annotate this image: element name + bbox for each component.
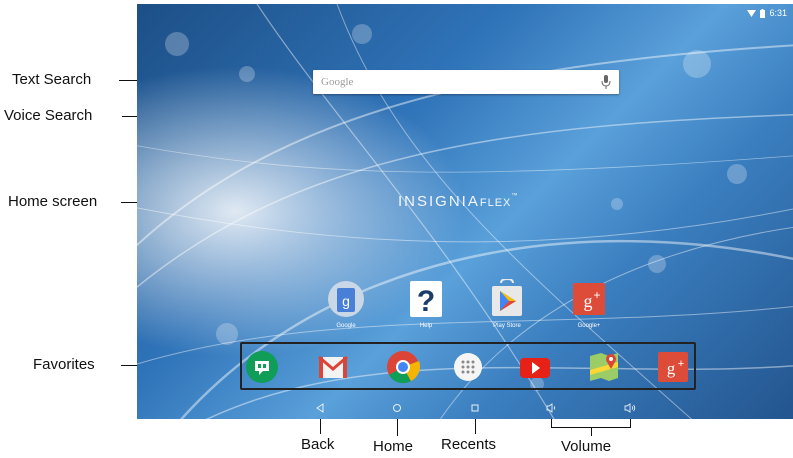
wifi-icon xyxy=(747,10,757,17)
svg-text:+: + xyxy=(593,288,600,302)
app-label: Google+ xyxy=(577,323,601,329)
brand-name: INSIGNIA xyxy=(398,193,480,210)
brand-mark: ™ xyxy=(511,193,520,199)
callout-home-screen: Home screen xyxy=(8,193,98,210)
app-google-plus[interactable]: g + Google+ xyxy=(559,279,619,329)
chrome-icon[interactable] xyxy=(386,350,421,384)
volume-up-icon[interactable] xyxy=(623,401,637,415)
status-time: 6:31 xyxy=(769,8,787,18)
status-bar: 6:31 xyxy=(747,6,787,20)
app-label: Google xyxy=(336,323,356,329)
callout-home: Home xyxy=(373,438,414,455)
app-label: Help xyxy=(419,323,433,329)
svg-text:g: g xyxy=(667,359,676,378)
search-placeholder[interactable]: Google xyxy=(321,76,353,88)
google-plus-icon: g + xyxy=(569,279,609,319)
google-plus-icon[interactable]: g + xyxy=(656,350,690,384)
callout-back: Back xyxy=(301,436,335,453)
brand-suffix: FLEX xyxy=(479,197,512,209)
hangouts-icon[interactable] xyxy=(245,350,279,384)
leader-volume-stem xyxy=(591,427,592,436)
svg-text:g: g xyxy=(342,293,350,309)
svg-text:+: + xyxy=(678,358,684,370)
callout-text-search: Text Search xyxy=(12,71,92,88)
battery-icon xyxy=(760,8,766,18)
play-store-icon xyxy=(487,277,527,319)
home-icon[interactable] xyxy=(390,401,404,415)
callout-favorites: Favorites xyxy=(33,356,95,373)
app-drawer-icon[interactable] xyxy=(451,350,485,384)
navigation-bar xyxy=(137,398,793,419)
recents-icon[interactable] xyxy=(468,401,482,415)
callout-voice-search: Voice Search xyxy=(4,107,93,124)
app-label: Play Store xyxy=(493,323,521,329)
tablet-screen: 6:31 Google INSIGNIAFLEX™ g Google ? Hel… xyxy=(137,4,793,419)
gmail-icon[interactable] xyxy=(316,350,350,384)
back-icon[interactable] xyxy=(313,401,327,415)
help-icon: ? xyxy=(406,279,446,319)
favorites-dock: g + xyxy=(240,342,696,390)
google-search-icon: g xyxy=(326,279,366,319)
search-bar[interactable]: Google xyxy=(313,70,619,94)
youtube-icon[interactable] xyxy=(518,350,552,384)
mic-icon[interactable] xyxy=(601,74,611,90)
brand-logo: INSIGNIAFLEX™ xyxy=(398,193,519,210)
callout-recents: Recents xyxy=(441,436,497,453)
volume-down-icon[interactable] xyxy=(544,401,558,415)
app-play-store[interactable]: Play Store xyxy=(477,277,537,329)
svg-text:g: g xyxy=(584,291,593,311)
svg-text:?: ? xyxy=(417,285,435,318)
maps-icon[interactable] xyxy=(587,350,621,384)
app-google[interactable]: g Google xyxy=(316,279,376,329)
callout-volume: Volume xyxy=(561,438,612,455)
app-help[interactable]: ? Help xyxy=(396,279,456,329)
